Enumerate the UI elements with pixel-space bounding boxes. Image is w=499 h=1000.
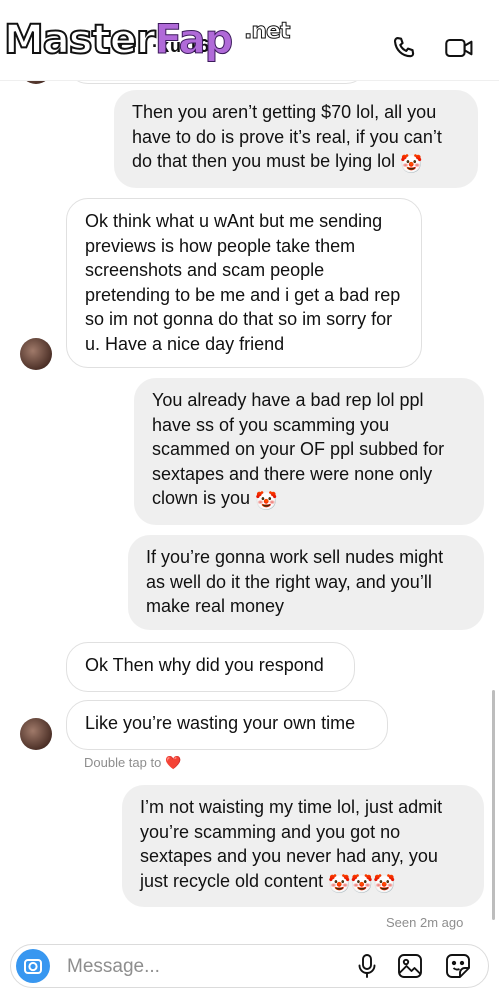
- avatar[interactable]: [20, 338, 52, 370]
- watermark-part2: Fap: [154, 17, 234, 64]
- message-text: Ok think what u wAnt but me sending prev…: [85, 211, 401, 354]
- message-composer: [10, 944, 489, 989]
- message-text: Then you aren’t getting $70 lol, all you…: [132, 102, 442, 171]
- message-bubble-outgoing[interactable]: If you’re gonna work sell nudes might as…: [128, 535, 484, 630]
- message-text: If you’re gonna work sell nudes might as…: [146, 547, 444, 616]
- watermark-logo: MasterFap .net: [3, 10, 291, 70]
- watermark-net: .net: [243, 19, 290, 45]
- clown-emoji: 🤡: [372, 873, 396, 894]
- microphone-icon[interactable]: [355, 953, 379, 984]
- message-text: Ok Then why did you respond: [85, 655, 324, 675]
- message-bubble-outgoing[interactable]: I’m not waisting my time lol, just admit…: [122, 785, 484, 907]
- seen-status: Seen 2m ago: [386, 915, 464, 930]
- clown-emoji: 🤡: [255, 491, 278, 511]
- clown-emoji: 🤡: [400, 154, 423, 174]
- sticker-icon[interactable]: [445, 953, 471, 984]
- message-text: You already have a bad rep lol ppl have …: [152, 390, 445, 508]
- clown-emoji: 🤡: [328, 873, 351, 894]
- heart-icon: ❤️: [164, 755, 182, 770]
- message-bubble-incoming[interactable]: Ok Then why did you respond: [66, 642, 355, 692]
- clown-emoji: 🤡: [350, 873, 373, 894]
- avatar[interactable]: [20, 718, 52, 750]
- message-bubble-outgoing[interactable]: You already have a bad rep lol ppl have …: [134, 378, 484, 525]
- message-bubble-incoming[interactable]: Ok think what u wAnt but me sending prev…: [66, 198, 422, 368]
- message-text: Like you’re wasting your own time: [85, 713, 356, 733]
- message-bubble-incoming[interactable]: Like you’re wasting your own time: [66, 700, 388, 750]
- scrollbar[interactable]: [492, 690, 495, 920]
- video-camera-icon[interactable]: [444, 34, 476, 67]
- chat-header: r ·· ·ku 16 MasterFap .net: [0, 0, 499, 81]
- camera-icon[interactable]: [16, 949, 50, 983]
- phone-icon[interactable]: [390, 34, 418, 67]
- message-input[interactable]: [65, 945, 349, 989]
- double-tap-text: Double tap to: [84, 755, 162, 770]
- message-text: I’m not waisting my time lol, just admit…: [140, 797, 443, 891]
- gallery-icon[interactable]: [397, 953, 423, 984]
- double-tap-hint: Double tap to ❤️: [84, 755, 181, 771]
- message-bubble-outgoing[interactable]: Then you aren’t getting $70 lol, all you…: [114, 90, 478, 188]
- watermark-part1: Master: [3, 16, 157, 64]
